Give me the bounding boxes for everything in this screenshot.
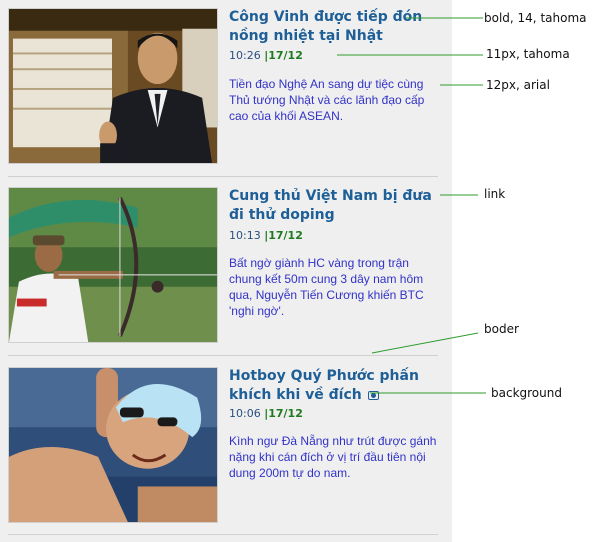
article-meta-3: 10:06 |17/12	[229, 407, 303, 420]
article-title-1[interactable]: Công Vinh được tiếp đón nồng nhiệt tại N…	[229, 8, 444, 46]
annotation-link: link	[484, 187, 506, 201]
annotation-meta-font: 11px, tahoma	[486, 47, 570, 61]
article-time: 10:13	[229, 229, 261, 242]
annotation-background: background	[491, 386, 562, 400]
article-date: 17/12	[268, 407, 303, 420]
article-time: 10:06	[229, 407, 261, 420]
news-item-1: Công Vinh được tiếp đón nồng nhiệt tại N…	[8, 8, 438, 166]
article-divider-2	[8, 355, 438, 356]
archer-photo	[9, 188, 217, 342]
article-title-2[interactable]: Cung thủ Việt Nam bị đưa đi thử doping	[229, 187, 444, 225]
article-thumbnail-3[interactable]	[8, 367, 218, 523]
player-photo	[9, 9, 217, 163]
news-item-3: Hotboy Quý Phước phấn khích khi về đích …	[8, 367, 438, 525]
article-meta-1: 10:26 |17/12	[229, 49, 303, 62]
annotation-border: boder	[484, 322, 519, 336]
article-description-1: Tiền đạo Nghệ An sang dự tiệc cùng Thủ t…	[229, 77, 425, 123]
article-date: 17/12	[268, 229, 303, 242]
article-thumbnail-1[interactable]	[8, 8, 218, 164]
article-thumbnail-2[interactable]	[8, 187, 218, 343]
swimmer-photo	[9, 368, 217, 522]
article-meta-2: 10:13 |17/12	[229, 229, 303, 242]
article-description-3: Kình ngư Đà Nẵng như trút được gánh nặng…	[229, 434, 437, 480]
article-divider-1	[8, 176, 438, 177]
article-date: 17/12	[268, 49, 303, 62]
article-title-3[interactable]: Hotboy Quý Phước phấn khích khi về đích	[229, 367, 444, 405]
article-time: 10:26	[229, 49, 261, 62]
article-divider-3	[8, 534, 438, 535]
annotation-title-font: bold, 14, tahoma	[484, 11, 587, 25]
news-item-2: Cung thủ Việt Nam bị đưa đi thử doping 1…	[8, 187, 438, 345]
article-description-2: Bất ngờ giành HC vàng trong trận chung k…	[229, 256, 424, 318]
annotation-desc-font: 12px, arial	[486, 78, 550, 92]
camera-icon	[367, 390, 379, 400]
article-title-text[interactable]: Hotboy Quý Phước phấn khích khi về đích	[229, 368, 419, 403]
